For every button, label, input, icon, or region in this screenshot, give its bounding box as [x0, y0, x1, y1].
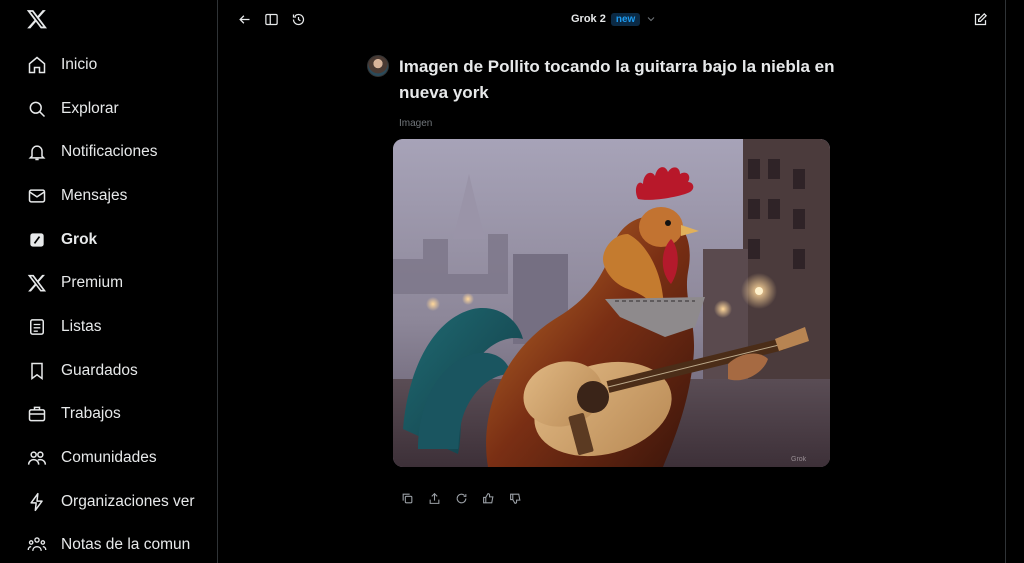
chevron-down-icon — [645, 13, 657, 25]
topbar: Grok 2 new — [219, 0, 1005, 38]
back-arrow-icon[interactable] — [235, 10, 253, 28]
right-divider — [1005, 0, 1006, 563]
list-icon — [26, 316, 48, 338]
mail-icon — [26, 185, 48, 207]
sidebar-item-label: Listas — [61, 317, 102, 335]
communities-icon — [26, 447, 48, 469]
sidebar-item-label: Inicio — [61, 55, 98, 73]
search-icon — [26, 98, 48, 120]
sidebar-item-explorar[interactable]: Explorar — [0, 87, 217, 131]
sidebar-item-label: Trabajos — [61, 405, 121, 423]
svg-text:Grok: Grok — [791, 456, 807, 463]
user-prompt: Imagen de Pollito tocando la guitarra ba… — [399, 57, 835, 102]
sidebar-item-label: Premium — [61, 274, 124, 292]
app-window: Inicio Explorar Notificaciones Mensajes — [0, 0, 1024, 563]
sidebar-nav: Inicio Explorar Notificaciones Mensajes — [0, 43, 217, 563]
bell-icon — [26, 141, 48, 163]
copy-icon[interactable] — [399, 490, 415, 506]
thumbs-up-icon[interactable] — [480, 490, 496, 506]
sidebar-item-label: Organizaciones ver — [61, 492, 195, 510]
rooster-guitar-image: Grok — [393, 139, 830, 467]
model-selector[interactable]: Grok 2 new — [571, 11, 657, 27]
lightning-icon — [26, 491, 48, 513]
regenerate-icon[interactable] — [453, 490, 469, 506]
sidebar-item-label: Notas de la comun — [61, 536, 191, 554]
sidebar-item-label: Grok — [61, 230, 98, 248]
x-logo-icon[interactable] — [26, 8, 48, 30]
sidebar-item-premium[interactable]: Premium — [0, 261, 217, 305]
sidebar-item-mensajes[interactable]: Mensajes — [0, 174, 217, 218]
x-premium-icon — [26, 272, 48, 294]
share-icon[interactable] — [426, 490, 442, 506]
image-label: Imagen — [399, 118, 433, 129]
sidebar-toggle-icon[interactable] — [262, 10, 280, 28]
generated-image[interactable]: Grok — [393, 139, 830, 467]
sidebar-item-notas-comunidad[interactable]: Notas de la comun — [0, 524, 217, 563]
sidebar-item-guardados[interactable]: Guardados — [0, 349, 217, 393]
sidebar-item-label: Comunidades — [61, 449, 157, 467]
sidebar: Inicio Explorar Notificaciones Mensajes — [0, 0, 218, 563]
sidebar-item-inicio[interactable]: Inicio — [0, 43, 217, 87]
sidebar-item-organizaciones[interactable]: Organizaciones ver — [0, 480, 217, 524]
grok-icon — [26, 229, 48, 251]
bookmark-icon — [26, 360, 48, 382]
grok-main-panel: Grok 2 new Imagen de Pollito tocando la … — [219, 0, 1005, 563]
sidebar-item-label: Mensajes — [61, 186, 128, 204]
new-badge: new — [610, 12, 641, 26]
sidebar-item-grok[interactable]: Grok — [0, 218, 217, 262]
sidebar-item-notificaciones[interactable]: Notificaciones — [0, 130, 217, 174]
sidebar-item-label: Guardados — [61, 361, 138, 379]
thumbs-down-icon[interactable] — [507, 490, 523, 506]
home-icon — [26, 54, 48, 76]
briefcase-icon — [26, 403, 48, 425]
sidebar-item-listas[interactable]: Listas — [0, 305, 217, 349]
user-avatar — [367, 55, 389, 77]
history-icon[interactable] — [289, 10, 307, 28]
model-name: Grok 2 — [571, 13, 606, 25]
community-notes-icon — [26, 534, 48, 556]
new-chat-icon[interactable] — [971, 10, 989, 28]
sidebar-item-label: Explorar — [61, 99, 119, 117]
sidebar-item-trabajos[interactable]: Trabajos — [0, 393, 217, 437]
sidebar-item-comunidades[interactable]: Comunidades — [0, 436, 217, 480]
sidebar-item-label: Notificaciones — [61, 143, 158, 161]
message-actions — [399, 490, 523, 506]
